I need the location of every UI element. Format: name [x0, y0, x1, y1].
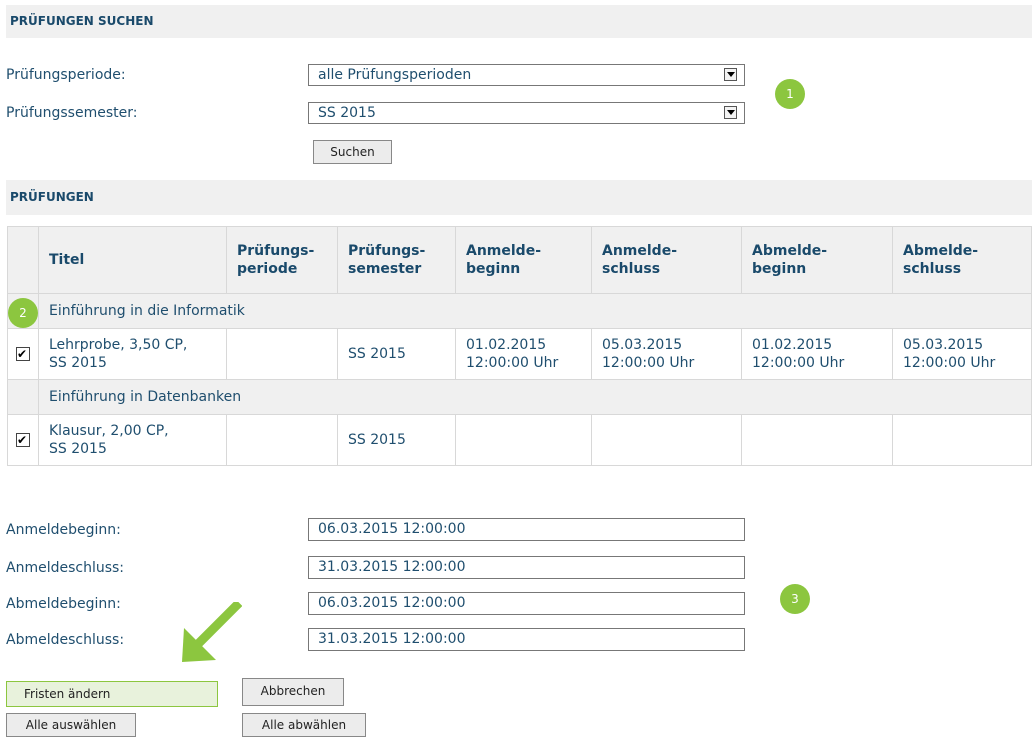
cell-anmeldeschluss: 05.03.2015 12:00:00 Uhr [591, 328, 742, 380]
cell-abmeldebeginn: 01.02.2015 12:00:00 Uhr [741, 328, 893, 380]
step-badge-3: 3 [780, 584, 810, 614]
column-header-abmeldebeginn: Abmelde-beginn [741, 226, 893, 294]
group-row: Einführung in Datenbanken [7, 379, 1032, 415]
group-row: Einführung in die Informatik [7, 293, 1032, 329]
change-deadlines-button[interactable]: Fristen ändern [6, 681, 218, 707]
anmeldebeginn-label: Anmeldebeginn: [6, 522, 121, 538]
abmeldebeginn-field[interactable]: 06.03.2015 12:00:00 [308, 592, 745, 615]
cell-title: Klausur, 2,00 CP, SS 2015 [38, 414, 227, 466]
search-button[interactable]: Suchen [313, 140, 392, 164]
cell-semester: SS 2015 [337, 414, 456, 466]
chevron-down-icon[interactable] [724, 68, 737, 81]
row-checkbox-cell[interactable] [7, 328, 39, 380]
cell-semester: SS 2015 [337, 328, 456, 380]
column-header-anmeldebeginn: Anmelde-beginn [455, 226, 592, 294]
row-checkbox[interactable] [16, 345, 30, 363]
semester-select-value: SS 2015 [318, 105, 376, 121]
abmeldeschluss-label: Abmeldeschluss: [6, 632, 125, 648]
group-name: Einführung in die Informatik [38, 293, 1032, 329]
table-row[interactable]: Lehrprobe, 3,50 CP,SS 2015 SS 2015 01.02… [7, 328, 1032, 380]
column-header-periode: Prüfungs-periode [226, 226, 338, 294]
cell-abmeldeschluss: 05.03.2015 12:00:00 Uhr [892, 328, 1032, 380]
abmeldeschluss-field[interactable]: 31.03.2015 12:00:00 [308, 628, 745, 651]
anmeldeschluss-label: Anmeldeschluss: [6, 560, 125, 576]
anmeldeschluss-field[interactable]: 31.03.2015 12:00:00 [308, 556, 745, 579]
anmeldebeginn-field[interactable]: 06.03.2015 12:00:00 [308, 518, 745, 541]
cell-abmeldebeginn [741, 414, 893, 466]
exams-section-header: PRÜFUNGEN [6, 180, 1032, 215]
semester-select[interactable]: SS 2015 [308, 102, 745, 124]
search-section-header: PRÜFUNGEN SUCHEN [6, 5, 1032, 38]
table-header-row: Titel Prüfungs-periode Prüfungs-semester… [7, 226, 1032, 294]
period-select[interactable]: alle Prüfungsperioden [308, 64, 745, 86]
table-row[interactable]: Klausur, 2,00 CP,SS 2015 SS 2015 [7, 414, 1032, 466]
column-header-anmeldeschluss: Anmelde-schluss [591, 226, 742, 294]
select-all-button[interactable]: Alle auswählen [6, 713, 136, 737]
step-badge-1: 1 [775, 79, 805, 109]
column-header-checkbox [7, 226, 39, 294]
cell-period [226, 414, 338, 466]
deselect-all-button[interactable]: Alle abwählen [242, 713, 366, 737]
cell-period [226, 328, 338, 380]
row-checkbox[interactable] [16, 431, 30, 449]
cell-title: Lehrprobe, 3,50 CP, SS 2015 [38, 328, 227, 380]
abmeldebeginn-label: Abmeldebeginn: [6, 596, 121, 612]
cell-anmeldeschluss [591, 414, 742, 466]
cell-abmeldeschluss [892, 414, 1032, 466]
period-label: Prüfungsperiode: [6, 67, 126, 83]
arrow-down-left-icon [182, 602, 242, 662]
semester-label: Prüfungssemester: [6, 105, 138, 121]
column-header-titel: Titel [38, 226, 227, 294]
column-header-semester: Prüfungs-semester [337, 226, 456, 294]
exams-table: Titel Prüfungs-periode Prüfungs-semester… [7, 226, 1032, 466]
cell-anmeldebeginn [455, 414, 592, 466]
period-select-value: alle Prüfungsperioden [318, 67, 472, 83]
cancel-button[interactable]: Abbrechen [242, 678, 344, 706]
chevron-down-icon[interactable] [724, 106, 737, 119]
column-header-abmeldeschluss: Abmelde-schluss [892, 226, 1032, 294]
cell-anmeldebeginn: 01.02.2015 12:00:00 Uhr [455, 328, 592, 380]
group-row-spacer [7, 379, 39, 415]
step-badge-2: 2 [8, 298, 38, 328]
row-checkbox-cell[interactable] [7, 414, 39, 466]
group-name: Einführung in Datenbanken [38, 379, 1032, 415]
